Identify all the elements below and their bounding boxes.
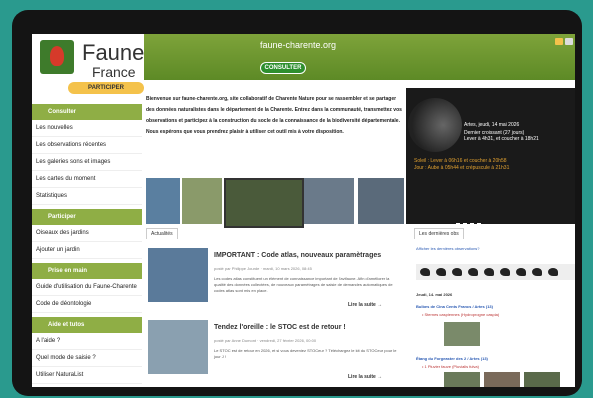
header-banner: faune-charente.org CONSULTER (144, 34, 575, 80)
tab-actualites[interactable]: Actualités (146, 228, 178, 239)
section-prise-en-main[interactable]: Prise en main (32, 263, 142, 279)
article-text: Les codes atlas constituent un élément d… (214, 276, 393, 293)
sidebar-item-help[interactable]: A l'aide ? (32, 333, 142, 350)
moon-info: Dernier croissant (27 jours) Lever à 4h31… (464, 130, 539, 142)
sidebar-item-add-garden[interactable]: Ajouter un jardin (32, 242, 142, 259)
moon-rise: Lever à 4h31, et coucher à 18h21 (464, 136, 539, 142)
photo-5[interactable] (358, 178, 404, 224)
tablet-frame: Faune France faune-charente.org CONSULTE… (12, 10, 582, 396)
obs-species-1[interactable]: • Sternes caspiennes (Hydroprogne caspia… (422, 312, 499, 317)
read-more-link[interactable]: Lire la suite → (348, 374, 382, 380)
article-1[interactable]: IMPORTANT : Code atlas, nouveaux paramèt… (148, 248, 402, 318)
bird-logo-icon (50, 46, 64, 66)
screen: Faune France faune-charente.org CONSULTE… (32, 34, 575, 387)
fish-icon[interactable] (484, 268, 494, 276)
sidebar-item-maps[interactable]: Les cartes du moment (32, 171, 142, 188)
obs-place-1[interactable]: Bulbes de Cina Cents Francs / Artes (13) (416, 304, 493, 309)
reptile-icon[interactable] (452, 268, 462, 276)
obs-photo[interactable] (524, 372, 560, 387)
obs-date: Jeudi, 14. mai 2026 (416, 292, 453, 297)
section-participer[interactable]: Participer (32, 209, 142, 225)
sidebar-item-naturalist[interactable]: Utiliser NaturaList (32, 367, 142, 384)
obs-photo[interactable] (444, 372, 480, 387)
obs-photo[interactable] (484, 372, 520, 387)
photo-2[interactable] (182, 178, 222, 224)
butterfly-icon[interactable] (516, 268, 526, 276)
faune-logo[interactable] (40, 40, 74, 74)
species-filter-row (416, 264, 575, 280)
lang-icon[interactable] (555, 38, 563, 45)
section-consulter[interactable]: Consulter (32, 104, 142, 120)
dot-icon[interactable] (470, 223, 474, 227)
sun-info: Soleil : Lever à 06h16 et coucher à 20h5… (414, 158, 509, 172)
consult-button[interactable]: CONSULTER (260, 62, 306, 74)
sidebar-item-gardens[interactable]: Oiseaux des jardins (32, 225, 142, 242)
latest-obs-panel: Afficher les dernières observations? Jeu… (414, 238, 575, 387)
header: Faune France faune-charente.org CONSULTE… (32, 34, 575, 88)
obs-species-2[interactable]: • 1 Pluvier fauve (Pluvialis fulva) (422, 364, 479, 369)
brand-sub: France (92, 64, 136, 80)
mammal-icon[interactable] (436, 268, 446, 276)
main-content: Bienvenue sur faune-charente.org, site c… (144, 88, 575, 387)
sidebar-item-galleries[interactable]: Les galeries sons et images (32, 154, 142, 171)
dawn-dusk: Jour : Aube à 05h44 et crépuscule à 21h3… (414, 165, 510, 171)
moon-panel: Artes, jeudi, 14 mai 2026 Dernier croiss… (406, 88, 575, 190)
sidebar-item-code[interactable]: Code de déontologie (32, 296, 142, 313)
site-name: faune-charente.org (260, 40, 337, 50)
frog-icon[interactable] (468, 268, 478, 276)
brand-name: Faune (82, 40, 145, 65)
account-icon[interactable] (565, 38, 573, 45)
carousel-controls (406, 190, 575, 227)
sidebar: Consulter Les nouvelles Les observations… (32, 100, 142, 387)
article-text: Le STOC est de retour en 2026, et si vou… (214, 348, 397, 359)
read-more-link[interactable]: Lire la suite → (348, 302, 382, 308)
dot-icon[interactable] (456, 223, 460, 227)
photo-4[interactable] (304, 178, 354, 224)
bird-icon[interactable] (420, 268, 430, 276)
sidebar-item-stats[interactable]: Statistiques (32, 188, 142, 205)
photo-3[interactable] (224, 178, 304, 228)
article-image[interactable] (148, 320, 208, 374)
article-meta: posté par Philippe Jourde · mardi, 10 ma… (214, 266, 312, 271)
photo-1[interactable] (146, 178, 180, 224)
article-title[interactable]: IMPORTANT : Code atlas, nouveaux paramèt… (214, 252, 381, 259)
insect-icon[interactable] (532, 268, 542, 276)
intro-text: Bienvenue sur faune-charente.org, site c… (146, 96, 402, 135)
obs-photo[interactable] (444, 322, 480, 346)
article-meta: posté par Anne Dumont · vendredi, 27 fév… (214, 338, 317, 343)
article-image[interactable] (148, 248, 208, 302)
obs-place-2[interactable]: Étang du Forgeaster des 2 / Artes (13) (416, 356, 488, 361)
article-title[interactable]: Tendez l'oreille : le STOC est de retour… (214, 324, 346, 331)
article-2[interactable]: Tendez l'oreille : le STOC est de retour… (148, 320, 402, 387)
dragonfly-icon[interactable] (500, 268, 510, 276)
moon-image (408, 98, 462, 152)
moon-date: Artes, jeudi, 14 mai 2026 (464, 122, 520, 128)
participate-button[interactable]: PARTICIPER (68, 82, 144, 94)
display-obs-link[interactable]: Afficher les dernières observations? (416, 246, 480, 251)
section-aide[interactable]: Aide et tutos (32, 317, 142, 333)
dot-icon[interactable] (477, 223, 481, 227)
photo-strip (146, 178, 404, 228)
plant-icon[interactable] (548, 268, 558, 276)
sidebar-item-guide[interactable]: Guide d'utilisation du Faune-Charente (32, 279, 142, 296)
sidebar-item-mode[interactable]: Quel mode de saisie ? (32, 350, 142, 367)
sun-rise: Soleil : Lever à 06h16 et coucher à 20h5… (414, 158, 507, 164)
sidebar-item-news[interactable]: Les nouvelles (32, 120, 142, 137)
dot-icon[interactable] (463, 223, 467, 227)
sidebar-item-recent-obs[interactable]: Les observations récentes (32, 137, 142, 154)
